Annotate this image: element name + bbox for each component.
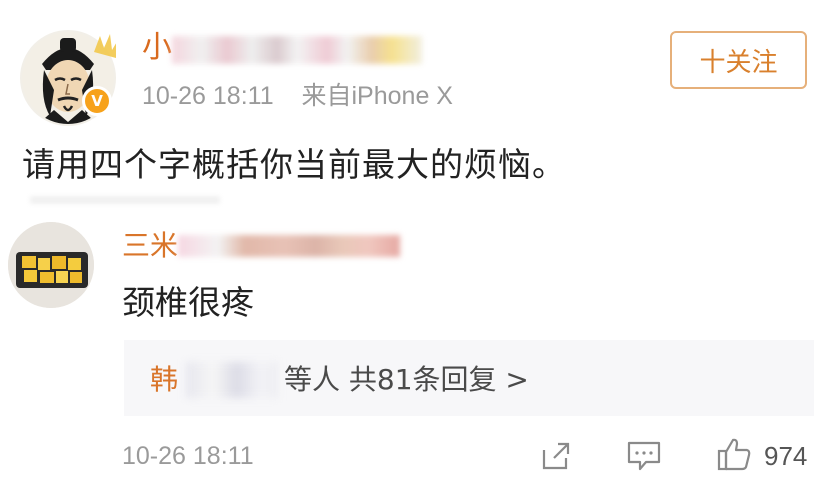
comment-text: 颈椎很疼 (122, 283, 254, 322)
blurred-author-name (172, 36, 422, 64)
post-text: 请用四个字概括你当前最大的烦恼。 (22, 145, 566, 184)
divider (30, 196, 220, 204)
replies-summary-link[interactable]: 等人 共81条回复 > (284, 358, 529, 398)
post-source: 来自iPhone X (301, 82, 453, 110)
reply-author[interactable]: 韩 (150, 358, 178, 398)
like-count: 974 (764, 441, 808, 471)
commenter-name[interactable]: 三米 (122, 224, 178, 264)
blurred-commenter-name (178, 235, 400, 257)
commenter-avatar[interactable] (8, 222, 94, 308)
food-photo-graphic (8, 222, 94, 308)
post-meta: 10-26 18:11 来自iPhone X (142, 76, 453, 112)
share-icon[interactable] (540, 440, 572, 476)
follow-button[interactable]: 十关注 (670, 31, 807, 89)
vip-badge-icon: V (82, 86, 112, 116)
comment-icon[interactable] (626, 440, 662, 476)
post-time: 10-26 18:11 (142, 82, 274, 110)
blurred-reply-author (186, 362, 278, 398)
thumbs-up-icon[interactable] (716, 436, 752, 476)
author-name[interactable]: 小 (142, 30, 172, 66)
comment-time: 10-26 18:11 (122, 442, 254, 470)
